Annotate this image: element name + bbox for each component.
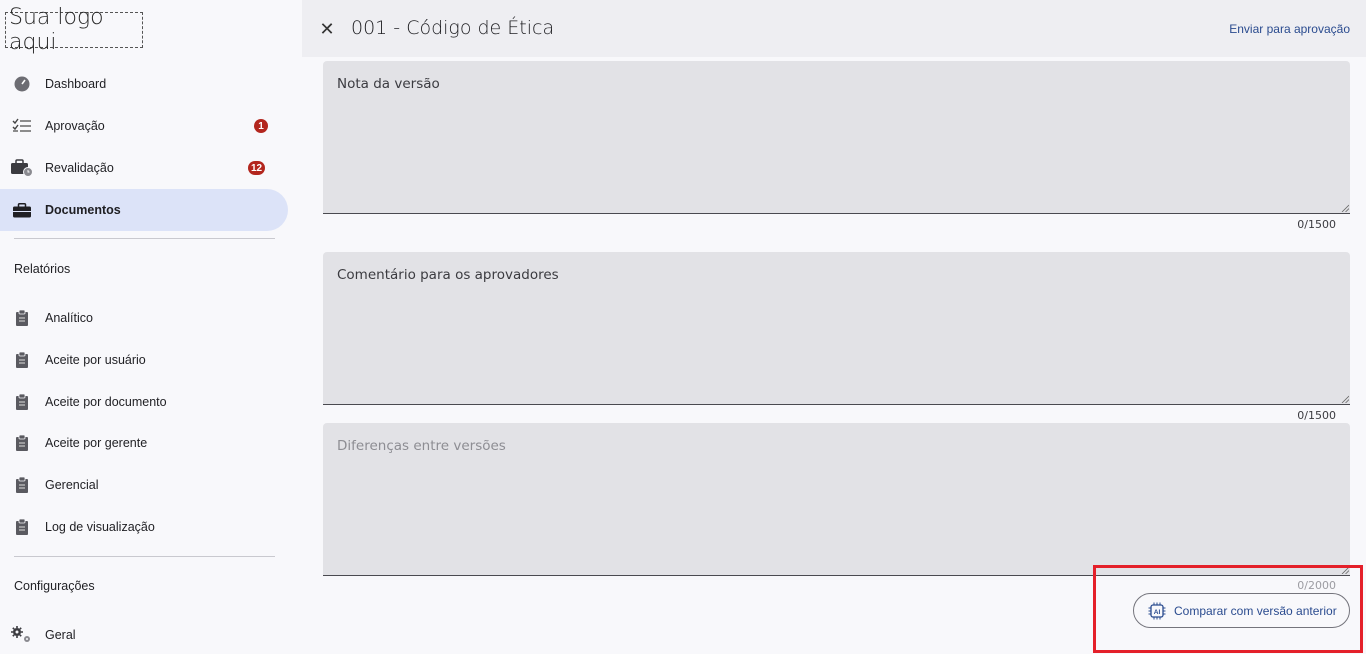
version-note-counter: 0/1500 <box>1297 218 1336 231</box>
sidebar-divider <box>14 238 275 239</box>
sidebar-item-label: Documentos <box>45 203 121 217</box>
sidebar-item-revalidacao[interactable]: Revalidação 12 <box>0 147 288 189</box>
clipboard-icon <box>11 432 33 454</box>
approver-comment-field[interactable]: Comentário para os aprovadores <box>323 252 1350 405</box>
sidebar: Sua logo aqui Dashboard Aprovação 1 Reva… <box>0 0 302 654</box>
close-icon[interactable]: ✕ <box>318 19 336 39</box>
page-title: 001 - Código de Ética <box>351 17 555 39</box>
checklist-icon <box>11 115 33 137</box>
sidebar-item-label: Geral <box>45 628 76 642</box>
highlight-box <box>1093 565 1363 653</box>
settings-section-title: Configurações <box>14 579 95 593</box>
version-differences-placeholder: Diferenças entre versões <box>337 438 506 454</box>
approval-count-badge: 1 <box>254 119 268 133</box>
version-note-field[interactable]: Nota da versão <box>323 61 1350 214</box>
briefcase-icon <box>11 199 33 221</box>
sidebar-item-aceite-por-usuario[interactable]: Aceite por usuário <box>0 339 288 381</box>
clipboard-icon <box>11 307 33 329</box>
revalidation-count-badge: 12 <box>248 161 266 175</box>
sidebar-item-label: Aceite por gerente <box>45 436 148 450</box>
sidebar-item-label: Aprovação <box>45 119 105 133</box>
sidebar-item-label: Log de visualização <box>45 520 155 534</box>
dashboard-gauge-icon <box>11 73 33 95</box>
clipboard-icon <box>11 516 33 538</box>
sidebar-item-label: Gerencial <box>45 478 99 492</box>
gears-icon <box>11 624 33 646</box>
sidebar-item-log-de-visualizacao[interactable]: Log de visualização <box>0 506 288 548</box>
sidebar-divider <box>14 556 275 557</box>
resize-handle-icon[interactable] <box>1341 395 1349 403</box>
logo: Sua logo aqui <box>5 5 143 55</box>
reports-section-title: Relatórios <box>14 262 71 276</box>
send-for-approval-button[interactable]: Enviar para aprovação <box>1229 22 1350 36</box>
sidebar-item-geral[interactable]: Geral <box>0 614 288 654</box>
sidebar-item-label: Analítico <box>45 311 93 325</box>
sidebar-item-analitico[interactable]: Analítico <box>0 297 288 339</box>
clipboard-icon <box>11 474 33 496</box>
sidebar-item-aceite-por-gerente[interactable]: Aceite por gerente <box>0 422 288 464</box>
sidebar-item-label: Aceite por usuário <box>45 353 146 367</box>
sidebar-item-label: Aceite por documento <box>45 395 167 409</box>
version-note-placeholder: Nota da versão <box>337 76 440 92</box>
clipboard-icon <box>11 391 33 413</box>
version-differences-field[interactable]: Diferenças entre versões <box>323 423 1350 576</box>
sidebar-item-aprovacao[interactable]: Aprovação 1 <box>0 105 288 147</box>
approver-comment-placeholder: Comentário para os aprovadores <box>337 267 559 283</box>
resize-handle-icon[interactable] <box>1341 204 1349 212</box>
approver-comment-counter: 0/1500 <box>1297 409 1336 422</box>
sidebar-item-label: Dashboard <box>45 77 107 91</box>
sidebar-item-documentos[interactable]: Documentos <box>0 189 288 231</box>
briefcase-clock-icon <box>11 157 33 179</box>
sidebar-item-aceite-por-documento[interactable]: Aceite por documento <box>0 381 288 423</box>
clipboard-icon <box>11 349 33 371</box>
sidebar-item-dashboard[interactable]: Dashboard <box>0 63 288 105</box>
sidebar-item-label: Revalidação <box>45 161 114 175</box>
sidebar-item-gerencial[interactable]: Gerencial <box>0 464 288 506</box>
